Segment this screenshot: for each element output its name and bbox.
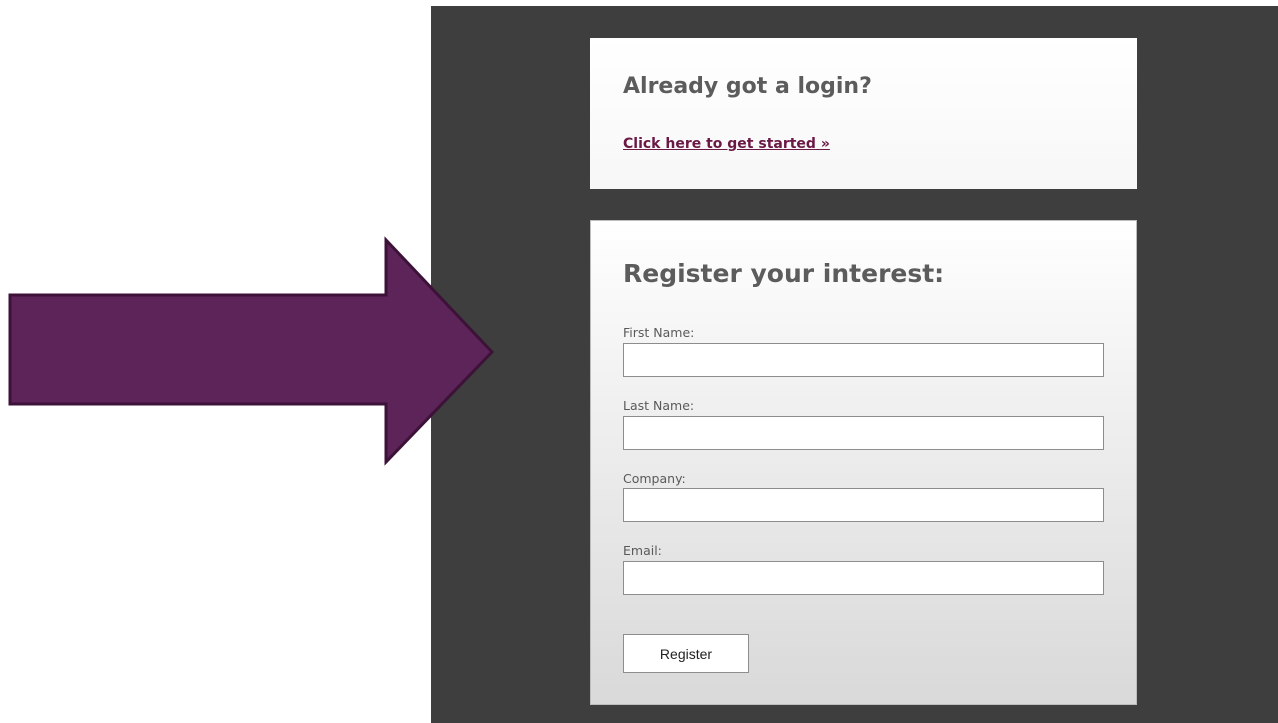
email-field[interactable] [623,561,1104,595]
company-field[interactable] [623,488,1104,522]
first-name-label: First Name: [623,325,695,340]
login-card: Already got a login? Click here to get s… [590,38,1137,189]
register-button[interactable]: Register [623,634,749,673]
get-started-link[interactable]: Click here to get started » [623,136,830,152]
right-arrow-icon [8,236,495,466]
last-name-label: Last Name: [623,398,695,413]
login-heading: Already got a login? [623,74,872,99]
register-card: Register your interest: First Name: Last… [590,220,1137,705]
last-name-field[interactable] [623,416,1104,450]
company-label: Company: [623,471,686,486]
first-name-field[interactable] [623,343,1104,377]
register-heading: Register your interest: [623,259,945,288]
email-label: Email: [623,543,662,558]
